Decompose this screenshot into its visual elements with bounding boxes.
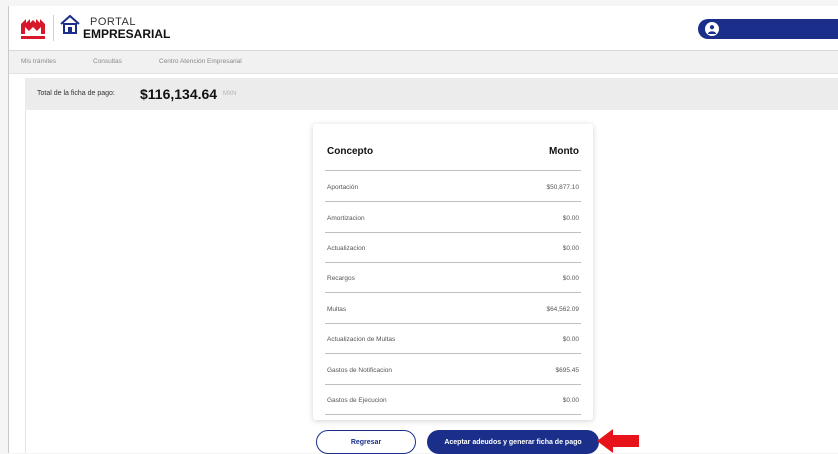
nav-item-mis-tramites[interactable]: Mis trámites: [21, 58, 56, 65]
header-amount: Monto: [549, 146, 579, 157]
top-header: PORTAL EMPRESARIAL: [9, 6, 838, 51]
total-label: Total de la ficha de pago:: [37, 90, 115, 97]
row-amount: $0.00: [562, 336, 579, 343]
row-concept: Actualizacion de Multas: [327, 336, 396, 343]
nav-item-centro-atencion[interactable]: Centro Atención Empresarial: [159, 58, 242, 65]
table-row: Actualizacion $0.00: [325, 232, 581, 263]
row-amount: $50,877.10: [546, 184, 579, 191]
main-nav: Mis trámites Consultas Centro Atención E…: [9, 51, 838, 74]
table-row: Amortizacion $0.00: [325, 202, 581, 233]
total-value: $116,134.64: [140, 86, 218, 102]
table-row: Recargos $0.00: [325, 262, 581, 293]
logo-divider: [53, 15, 54, 41]
table-row: Multas $64,562.09: [325, 293, 581, 324]
table-row: Aportación $50,877.10: [325, 171, 581, 202]
table-row: Gastos de Notificacion $695.45: [325, 354, 581, 385]
row-concept: Gastos de Ejecucion: [327, 397, 387, 404]
row-amount: $0.00: [562, 215, 579, 222]
row-concept: Amortizacion: [327, 215, 365, 222]
table-row: Gastos de Ejecucion $0.00: [325, 384, 581, 415]
row-amount: $695.45: [555, 367, 580, 374]
row-amount: $0.00: [562, 245, 579, 252]
row-amount: $0.00: [562, 397, 579, 404]
row-concept: Gastos de Notificacion: [327, 367, 393, 374]
row-amount: $64,562.09: [546, 306, 579, 313]
total-summary-bar: Total de la ficha de pago: $116,134.64 M…: [25, 78, 838, 110]
table-row: Actualizacion de Multas $0.00: [325, 323, 581, 354]
page-frame: PORTAL EMPRESARIAL Mis trámites Consulta…: [8, 6, 838, 454]
brand-empresarial: EMPRESARIAL: [83, 27, 171, 41]
user-menu[interactable]: [698, 19, 838, 39]
content-left-border: [25, 110, 26, 453]
back-button[interactable]: Regresar: [316, 430, 416, 454]
red-arrow-icon: [597, 429, 639, 453]
nav-item-consultas[interactable]: Consultas: [93, 58, 122, 65]
payment-concepts-card: Concepto Monto Aportación $50,877.10 Amo…: [313, 124, 593, 420]
row-concept: Multas: [327, 306, 347, 313]
header-concept: Concepto: [327, 146, 374, 157]
row-amount: $0.00: [562, 275, 579, 282]
total-currency: MXN: [223, 91, 237, 97]
house-logo-icon: [60, 14, 80, 34]
row-concept: Aportación: [327, 184, 359, 191]
row-concept: Actualizacion: [327, 245, 366, 252]
infonavit-logo-icon[interactable]: [19, 14, 47, 42]
accept-generate-button[interactable]: Aceptar adeudos y generar ficha de pago: [427, 430, 599, 454]
user-icon[interactable]: [705, 22, 719, 36]
row-concept: Recargos: [327, 275, 355, 282]
table-header: Concepto Monto: [325, 124, 581, 171]
